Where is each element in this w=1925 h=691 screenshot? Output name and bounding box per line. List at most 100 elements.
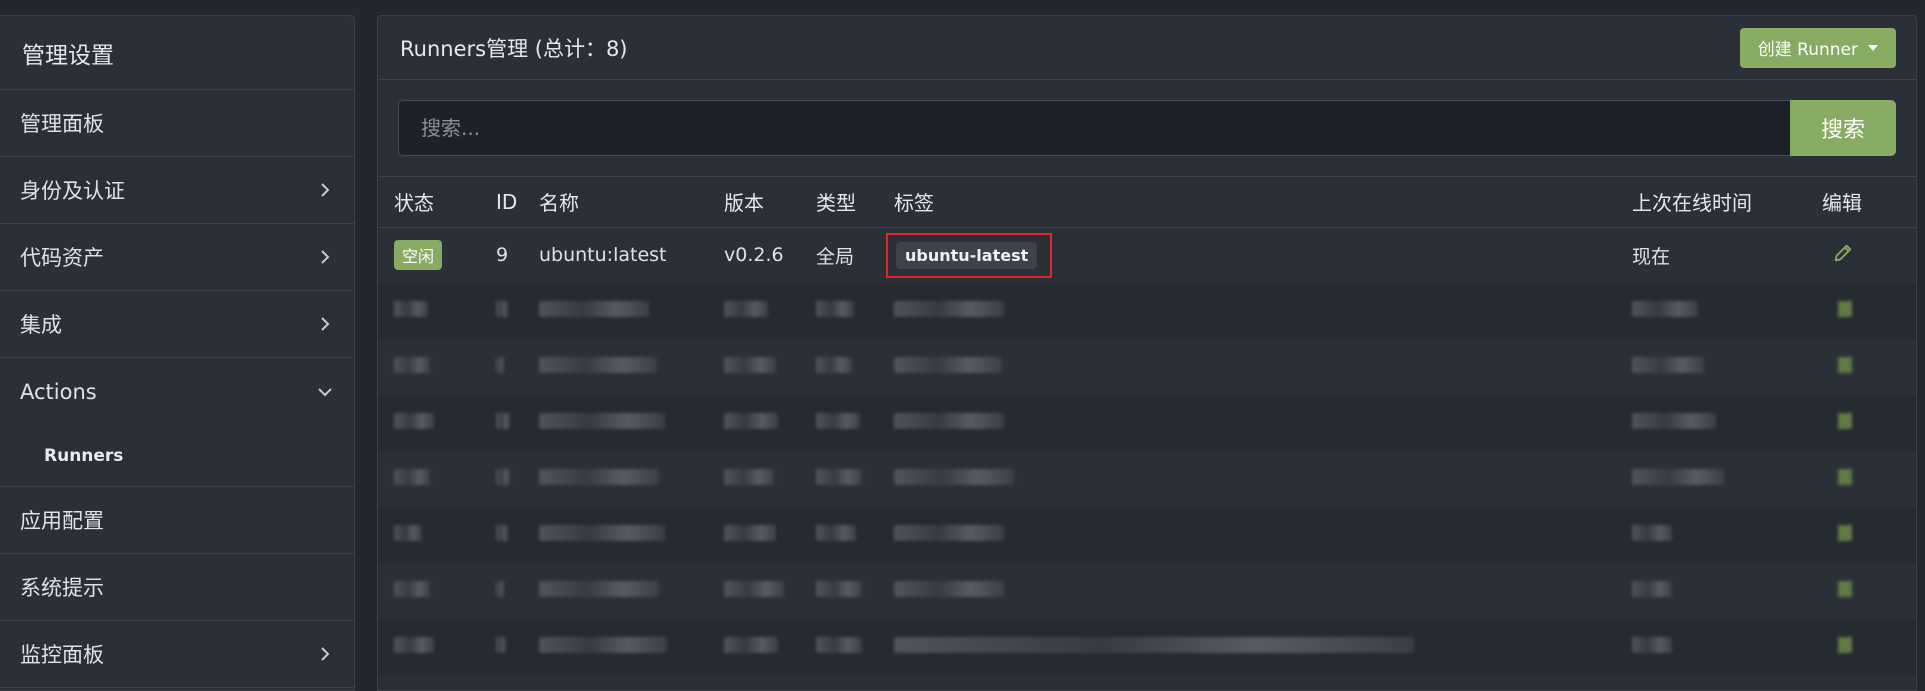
redacted-edit — [1838, 469, 1852, 485]
redacted-cell — [894, 357, 1002, 373]
redacted-cell — [539, 581, 659, 597]
redacted-cell — [724, 301, 768, 317]
search-input[interactable] — [398, 100, 1790, 156]
redacted-cell — [816, 301, 854, 317]
redacted-cell — [894, 301, 1004, 317]
redacted-cell — [539, 413, 665, 429]
redacted-cell — [724, 525, 776, 541]
table-header-row: 状态 ID 名称 版本 类型 标签 上次在线时间 编辑 — [378, 177, 1916, 228]
redacted-cell — [496, 581, 504, 597]
redacted-cell — [496, 525, 508, 541]
redacted-cell — [496, 637, 506, 653]
redacted-cell — [724, 357, 776, 373]
sidebar-item-identity[interactable]: 身份及认证 — [0, 157, 354, 224]
runner-id: 9 — [496, 244, 509, 267]
redacted-cell — [1632, 357, 1704, 373]
redacted-cell — [894, 413, 1004, 429]
sidebar-item-integrations[interactable]: 集成 — [0, 291, 354, 358]
chevron-right-icon — [321, 250, 330, 264]
redacted-cell — [1632, 413, 1716, 429]
redacted-edit — [1838, 581, 1852, 597]
redacted-cell — [1632, 301, 1698, 317]
col-id[interactable]: ID — [489, 177, 539, 228]
sidebar-item-code-assets[interactable]: 代码资产 — [0, 224, 354, 291]
redacted-edit — [1838, 637, 1852, 653]
sidebar-item-label: 系统提示 — [20, 576, 104, 600]
col-edit: 编辑 — [1822, 177, 1916, 228]
redacted-cell — [394, 637, 434, 653]
table-row-redacted — [378, 283, 1916, 339]
redacted-cell — [394, 357, 430, 373]
pencil-icon[interactable] — [1832, 242, 1854, 264]
redacted-cell — [394, 301, 428, 317]
page-title: Runners管理 (总计：8) — [400, 36, 628, 61]
col-labels: 标签 — [894, 177, 1632, 228]
table-row-redacted — [378, 339, 1916, 395]
redacted-cell — [1632, 469, 1724, 485]
sidebar-item-label: 应用配置 — [20, 509, 104, 533]
sidebar-item-label: 管理面板 — [20, 112, 104, 136]
redacted-cell — [1632, 637, 1672, 653]
chevron-down-icon — [318, 387, 332, 396]
panel-header: Runners管理 (总计：8) 创建 Runner — [378, 16, 1916, 80]
redacted-cell — [539, 525, 665, 541]
col-name[interactable]: 名称 — [539, 177, 724, 228]
redacted-cell — [1632, 525, 1672, 541]
status-badge: 空闲 — [394, 240, 443, 271]
redacted-cell — [894, 525, 1004, 541]
col-last-online[interactable]: 上次在线时间 — [1632, 177, 1822, 228]
runner-label: ubuntu-latest — [896, 241, 1038, 269]
sidebar-item-label: 集成 — [20, 313, 62, 337]
col-version[interactable]: 版本 — [724, 177, 816, 228]
col-status[interactable]: 状态 — [378, 177, 489, 228]
sidebar-item-monitor[interactable]: 监控面板 — [0, 621, 354, 688]
runners-panel: Runners管理 (总计：8) 创建 Runner 搜索 状态 ID 名称 版… — [377, 15, 1917, 691]
redacted-edit — [1838, 357, 1852, 373]
runner-type: 全局 — [816, 245, 855, 268]
runner-version: v0.2.6 — [724, 244, 784, 267]
sidebar-item-label: 身份及认证 — [20, 179, 125, 203]
caret-down-icon — [1868, 44, 1878, 51]
search-bar: 搜索 — [378, 80, 1916, 177]
redacted-cell — [724, 581, 784, 597]
redacted-cell — [724, 637, 778, 653]
sidebar-item-app-config[interactable]: 应用配置 — [0, 487, 354, 554]
runner-name: ubuntu:latest — [539, 244, 667, 267]
table-row-redacted — [378, 395, 1916, 451]
search-button[interactable]: 搜索 — [1790, 100, 1896, 156]
admin-sidebar: 管理设置 管理面板 身份及认证 代码资产 集成 Actions Runners … — [0, 15, 355, 691]
redacted-edit — [1838, 413, 1852, 429]
redacted-cell — [496, 357, 504, 373]
redacted-cell — [539, 357, 657, 373]
redacted-edit — [1838, 525, 1852, 541]
create-runner-button[interactable]: 创建 Runner — [1739, 27, 1896, 68]
sidebar-subitem-label: Runners — [44, 445, 124, 466]
redacted-cell — [1632, 581, 1672, 597]
sidebar-item-system-notices[interactable]: 系统提示 — [0, 554, 354, 621]
col-type[interactable]: 类型 — [816, 177, 894, 228]
redacted-cell — [394, 581, 430, 597]
redacted-edit — [1838, 301, 1852, 317]
redacted-cell — [816, 581, 862, 597]
redacted-cell — [816, 413, 860, 429]
redacted-cell — [394, 413, 434, 429]
sidebar-item-label: 代码资产 — [20, 246, 104, 270]
redacted-cell — [724, 413, 778, 429]
redacted-cell — [816, 637, 862, 653]
redacted-cell — [816, 357, 852, 373]
redacted-cell — [894, 637, 1414, 653]
sidebar-item-dashboard[interactable]: 管理面板 — [0, 90, 354, 157]
chevron-right-icon — [321, 317, 330, 331]
redacted-cell — [394, 469, 430, 485]
redacted-cell — [496, 469, 510, 485]
create-runner-label: 创建 Runner — [1757, 40, 1858, 60]
redacted-cell — [816, 525, 856, 541]
sidebar-item-actions[interactable]: Actions — [0, 358, 354, 425]
redacted-cell — [539, 301, 649, 317]
sidebar-item-label: Actions — [20, 379, 97, 404]
table-row-redacted — [378, 507, 1916, 563]
runner-last-online: 现在 — [1632, 245, 1671, 268]
table-row: 空闲 9 ubuntu:latest v0.2.6 全局 ubuntu-late… — [378, 227, 1916, 283]
sidebar-subitem-runners[interactable]: Runners — [0, 425, 354, 487]
redacted-cell — [724, 469, 774, 485]
